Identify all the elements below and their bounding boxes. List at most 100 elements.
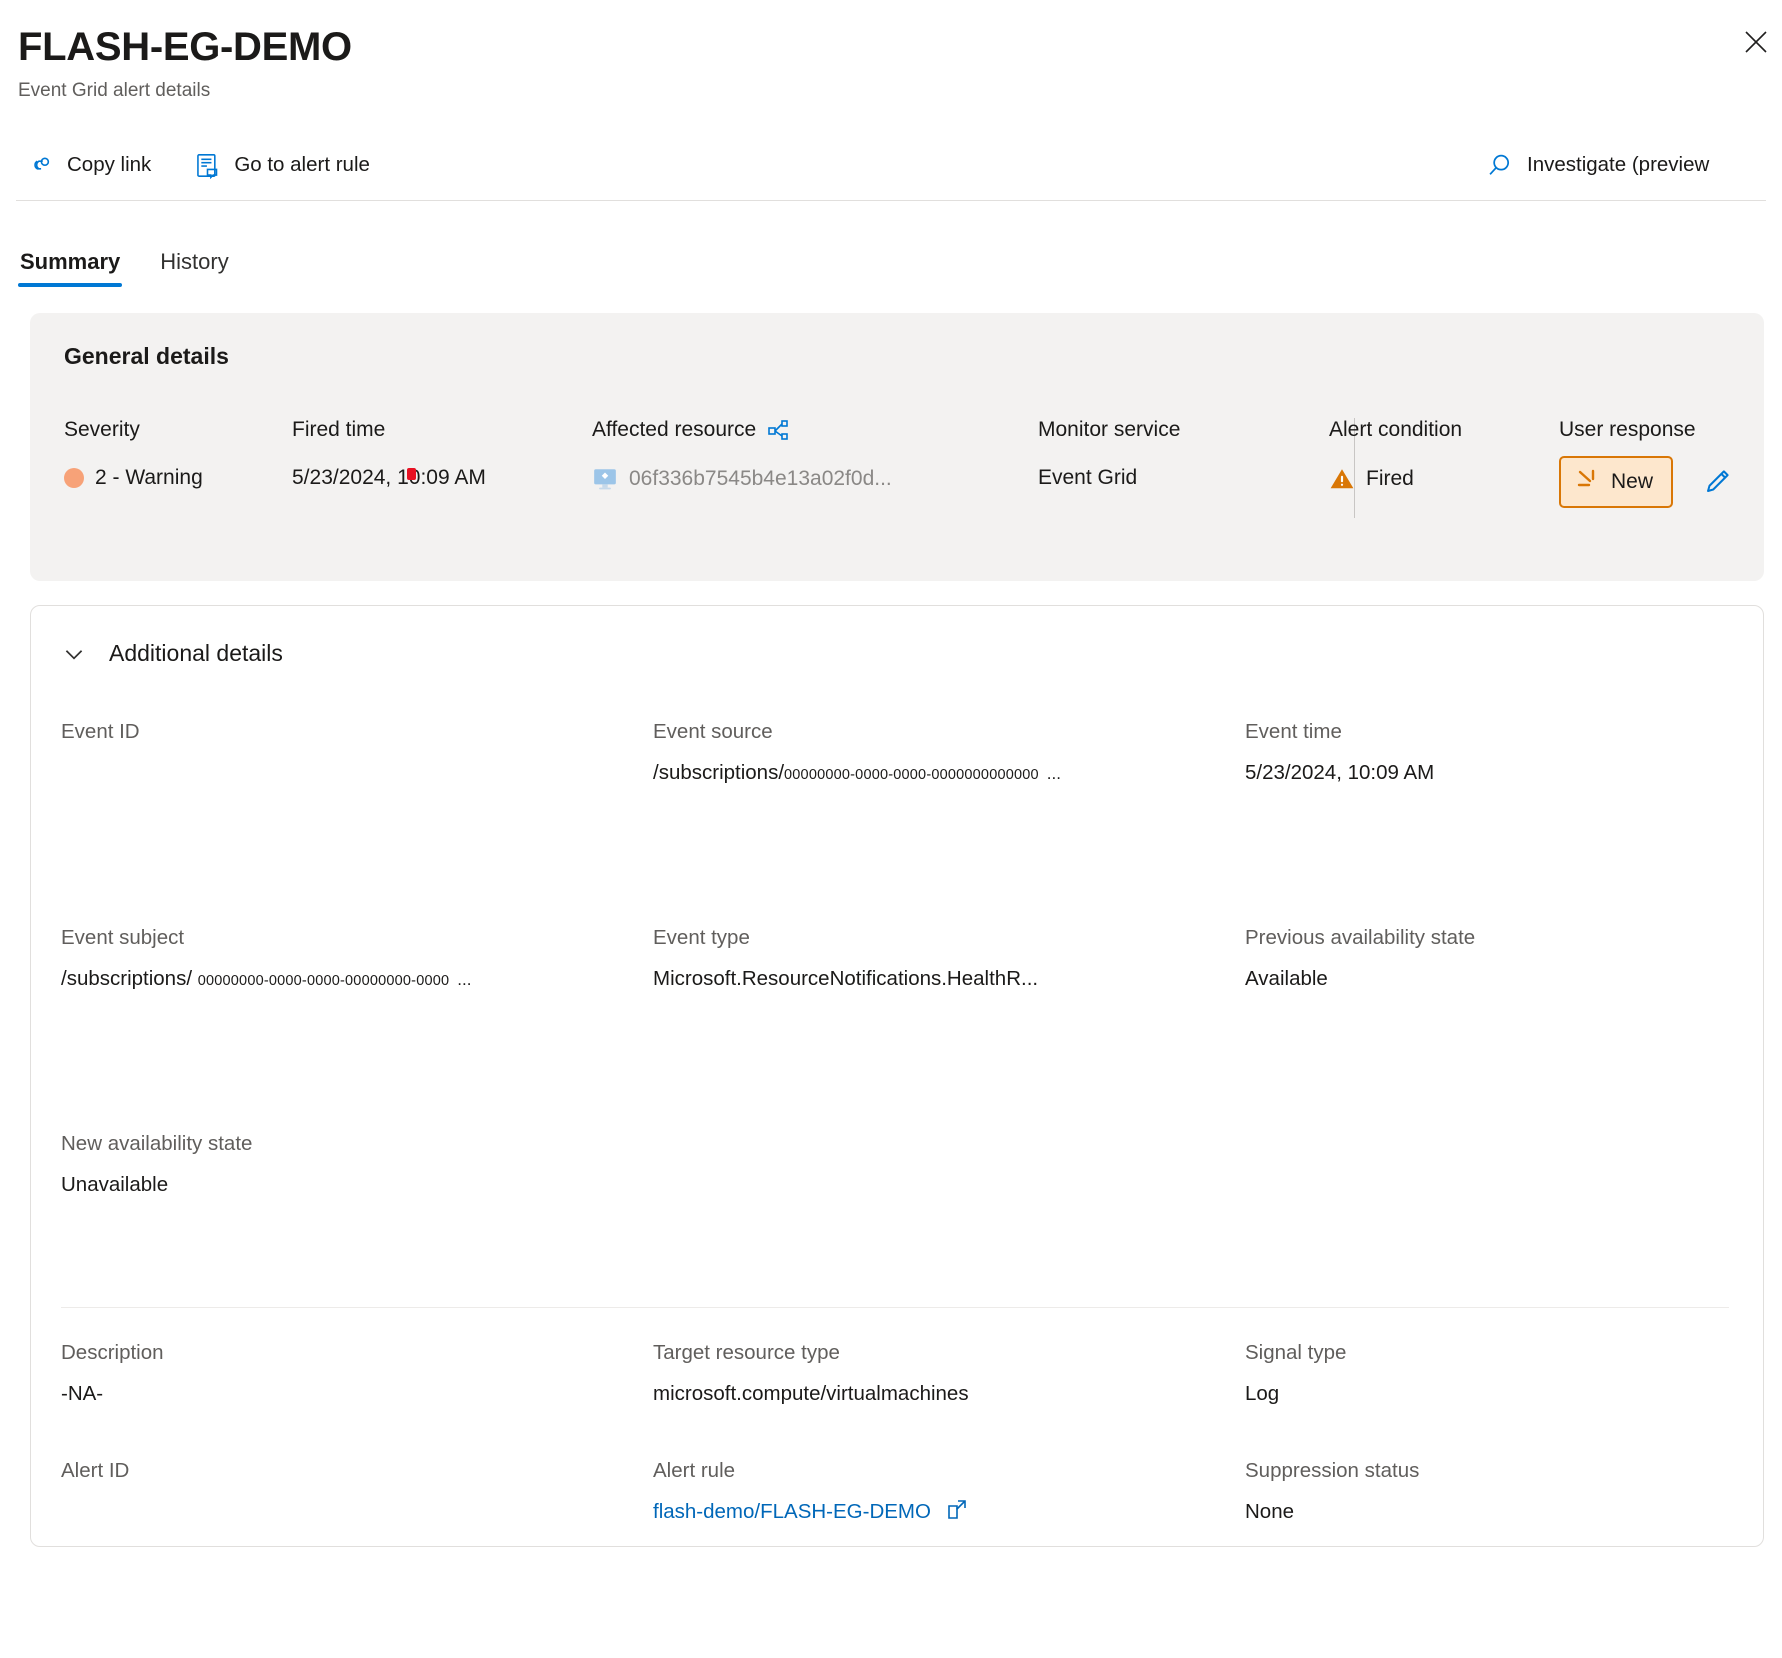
user-response-value: New (1611, 470, 1653, 494)
suppression-status-field: Suppression status None (1245, 1456, 1729, 1550)
section-divider (61, 1307, 1729, 1308)
event-time-field: Event time 5/23/2024, 10:09 AM (1245, 717, 1729, 923)
target-resource-type-value: microsoft.compute/virtualmachines (653, 1379, 1245, 1410)
pencil-icon[interactable] (1702, 467, 1732, 497)
chevron-down-icon (61, 641, 87, 667)
event-subject-prefix: /subscriptions/ (61, 967, 192, 990)
severity-value: 2 - Warning (95, 466, 203, 490)
event-source-value: /subscriptions/00000000-0000-0000-000000… (653, 758, 1245, 789)
spacer-cell-1 (653, 1129, 1245, 1299)
event-source-field: Event source /subscriptions/00000000-000… (653, 717, 1245, 923)
tab-history[interactable]: History (158, 249, 230, 287)
event-subject-value: /subscriptions/ 00000000-0000-0000-00000… (61, 964, 653, 995)
description-field: Description -NA- (61, 1338, 653, 1456)
monitor-service-value: Event Grid (1038, 466, 1328, 490)
affected-resource-value-wrap[interactable]: 06f336b7545b4e13a02f0d... (592, 466, 1038, 492)
severity-field: Severity 2 - Warning (64, 418, 292, 490)
suppression-status-label: Suppression status (1245, 1456, 1729, 1487)
user-response-value-wrap: New (1559, 456, 1732, 508)
previous-availability-state-label: Previous availability state (1245, 923, 1729, 954)
event-subject-field: Event subject /subscriptions/ 00000000-0… (61, 923, 653, 1129)
alert-condition-value-wrap: Fired (1329, 466, 1559, 492)
event-source-prefix: /subscriptions/ (653, 761, 784, 784)
severity-dot-icon (64, 468, 84, 488)
affected-resource-label-text: Affected resource (592, 418, 756, 442)
user-response-label: User response (1559, 418, 1732, 442)
tab-summary[interactable]: Summary (18, 249, 122, 287)
previous-availability-state-field: Previous availability state Available (1245, 923, 1729, 1129)
event-type-value: Microsoft.ResourceNotifications.HealthR.… (653, 964, 1245, 995)
spacer-cell-2 (1245, 1129, 1729, 1299)
user-response-badge[interactable]: New (1559, 456, 1673, 508)
event-source-guid: 00000000-0000-0000-0000000000000 (784, 767, 1039, 783)
copy-link-label: Copy link (67, 153, 151, 177)
affected-resource-field: Affected resource (592, 418, 1038, 492)
affected-resource-label: Affected resource (592, 418, 1038, 442)
event-subject-label: Event subject (61, 923, 653, 954)
affected-resource-value: 06f336b7545b4e13a02f0d... (629, 467, 892, 491)
event-subject-guid: 00000000-0000-0000-00000000-0000 (198, 973, 450, 989)
alert-rule-link[interactable]: flash-demo/FLASH-EG-DEMO (653, 1500, 931, 1523)
description-value: -NA- (61, 1379, 653, 1410)
alert-rule-value-wrap: flash-demo/FLASH-EG-DEMO (653, 1497, 1245, 1532)
tab-list: Summary History (0, 229, 1782, 287)
investigate-label: Investigate (preview (1527, 153, 1709, 177)
additional-details-card: Additional details Event ID Event source… (30, 605, 1764, 1547)
event-type-label: Event type (653, 923, 1245, 954)
link-icon (26, 151, 54, 179)
general-details-grid: Severity 2 - Warning Fired time 5/23/202… (64, 418, 1730, 518)
alert-id-field: Alert ID (61, 1456, 653, 1550)
share-icon[interactable] (766, 418, 790, 442)
severity-value-wrap: 2 - Warning (64, 466, 292, 490)
search-icon (1486, 151, 1514, 179)
event-id-field: Event ID (61, 717, 653, 923)
event-subject-ellipsis: ... (457, 970, 471, 989)
alert-condition-value: Fired (1366, 467, 1414, 491)
page-subtitle: Event Grid alert details (18, 80, 1782, 102)
text-cursor (407, 468, 416, 480)
event-source-label: Event source (653, 717, 1245, 748)
signal-type-value: Log (1245, 1379, 1729, 1410)
monitor-service-field: Monitor service Event Grid (1038, 418, 1328, 490)
additional-details-toggle[interactable]: Additional details (61, 634, 1729, 673)
new-state-icon (1575, 467, 1599, 497)
user-response-field: User response New (1559, 418, 1732, 508)
new-availability-state-value: Unavailable (61, 1170, 653, 1201)
virtual-machine-icon (592, 466, 618, 492)
new-availability-state-label: New availability state (61, 1129, 653, 1160)
additional-details-title: Additional details (109, 640, 283, 667)
monitor-service-label: Monitor service (1038, 418, 1328, 442)
general-details-card: General details Severity 2 - Warning Fir… (30, 313, 1764, 581)
signal-type-field: Signal type Log (1245, 1338, 1729, 1456)
external-link-icon[interactable] (939, 1504, 969, 1527)
fired-time-value: 5/23/2024, 10:09 AM (292, 466, 592, 490)
previous-availability-state-value: Available (1245, 964, 1729, 995)
go-to-alert-rule-button[interactable]: Go to alert rule (185, 145, 382, 185)
alert-id-label: Alert ID (61, 1456, 653, 1487)
additional-details-grid: Event ID Event source /subscriptions/000… (61, 717, 1729, 1550)
alert-rule-label: Alert rule (653, 1456, 1245, 1487)
page-header: FLASH-EG-DEMO Event Grid alert details (0, 0, 1782, 102)
fired-time-field: Fired time 5/23/2024, 10:09 AM (292, 418, 592, 490)
investigate-button[interactable]: Investigate (preview (1478, 145, 1721, 185)
go-to-alert-rule-label: Go to alert rule (234, 153, 370, 177)
event-type-field: Event type Microsoft.ResourceNotificatio… (653, 923, 1245, 1129)
event-id-label: Event ID (61, 717, 653, 748)
description-label: Description (61, 1338, 653, 1369)
copy-link-button[interactable]: Copy link (18, 145, 163, 185)
target-resource-type-field: Target resource type microsoft.compute/v… (653, 1338, 1245, 1456)
event-time-value: 5/23/2024, 10:09 AM (1245, 758, 1729, 789)
alert-rule-field: Alert rule flash-demo/FLASH-EG-DEMO (653, 1456, 1245, 1550)
close-button[interactable] (1736, 22, 1776, 62)
fired-time-label: Fired time (292, 418, 592, 442)
alert-rule-icon (193, 151, 221, 179)
general-details-title: General details (64, 343, 1730, 370)
suppression-status-value: None (1245, 1497, 1729, 1528)
alert-condition-label: Alert condition (1329, 418, 1559, 442)
command-bar-divider (16, 200, 1766, 201)
alert-condition-field: Alert condition Fired (1329, 418, 1559, 492)
command-bar: Copy link Go to alert rule Investiga (0, 136, 1782, 194)
close-icon (1742, 28, 1770, 56)
page-title: FLASH-EG-DEMO (18, 24, 1782, 70)
new-availability-state-field: New availability state Unavailable (61, 1129, 653, 1299)
